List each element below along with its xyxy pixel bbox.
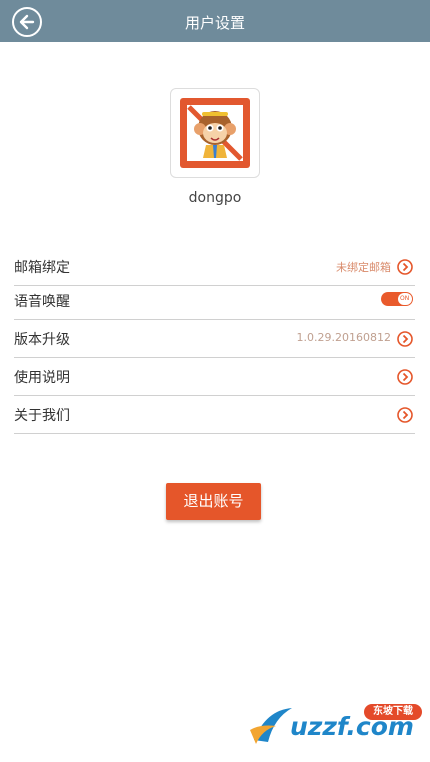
toggle-state-label: ON (400, 295, 410, 302)
setting-row-email[interactable]: 邮箱绑定 未绑定邮箱 (14, 248, 415, 286)
chevron-right-circle-icon (397, 407, 413, 423)
watermark-swoosh-icon (250, 708, 292, 744)
setting-label: 语音唤醒 (14, 294, 70, 310)
toggle-knob: ON (398, 293, 412, 305)
setting-row-about[interactable]: 关于我们 (14, 396, 415, 434)
setting-row-instructions[interactable]: 使用说明 (14, 358, 415, 396)
chevron-right-circle-icon (397, 259, 413, 275)
header-bar: 用户设置 (0, 0, 430, 42)
page-title: 用户设置 (184, 14, 245, 32)
setting-label: 邮箱绑定 (14, 260, 70, 276)
chevron-right-circle-icon (397, 331, 413, 347)
version-number: 1.0.29.20160812 (296, 331, 391, 344)
watermark-badge: 东坡下载 (364, 704, 422, 720)
setting-label: 使用说明 (14, 370, 70, 386)
username: dongpo (188, 190, 242, 206)
email-status: 未绑定邮箱 (336, 261, 391, 274)
logout-button[interactable]: 退出账号 (166, 483, 261, 520)
avatar[interactable] (170, 88, 260, 178)
setting-label: 版本升级 (14, 332, 70, 348)
watermark-logo: uzzf.com 东坡下载 (246, 700, 426, 750)
setting-row-voice-wakeup: 语音唤醒 ON (14, 282, 415, 320)
chevron-right-circle-icon (397, 369, 413, 385)
voice-wakeup-toggle[interactable]: ON (381, 292, 413, 306)
avatar-image (180, 98, 250, 168)
setting-label: 关于我们 (14, 408, 70, 424)
setting-row-version[interactable]: 版本升级 1.0.29.20160812 (14, 320, 415, 358)
